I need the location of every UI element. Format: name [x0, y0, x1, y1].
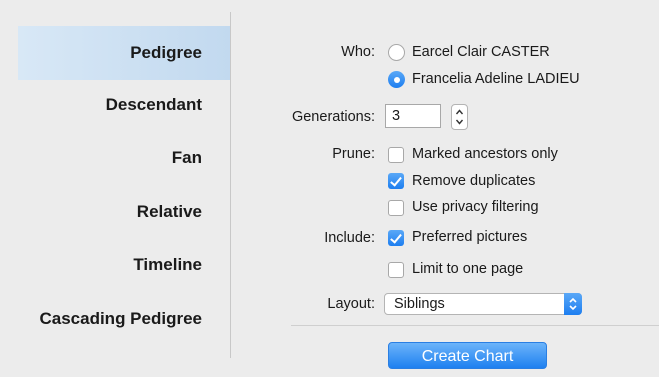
who-radio-francelia[interactable] — [388, 71, 405, 88]
sidebar-divider — [230, 12, 231, 358]
include-preferred-pictures-label: Preferred pictures — [412, 229, 528, 245]
separator — [291, 325, 659, 326]
prune-label: Prune: — [332, 146, 375, 162]
sidebar-item-fan[interactable]: Fan — [18, 131, 230, 185]
chart-type-sidebar: Pedigree Descendant Fan Relative Timelin… — [0, 0, 230, 377]
sidebar-item-relative[interactable]: Relative — [18, 185, 230, 239]
layout-select-value: Siblings — [394, 296, 445, 312]
generations-stepper[interactable] — [451, 104, 468, 130]
who-option-earcel-label: Earcel Clair CASTER — [412, 44, 550, 60]
generations-input[interactable]: 3 — [385, 104, 441, 128]
prune-remove-duplicates-label: Remove duplicates — [412, 173, 536, 189]
who-option-francelia-label: Francelia Adeline LADIEU — [412, 71, 580, 87]
who-label: Who: — [341, 44, 375, 60]
prune-privacy-filtering-label: Use privacy filtering — [412, 199, 539, 215]
include-limit-one-page-checkbox[interactable] — [388, 262, 404, 278]
layout-label: Layout: — [327, 296, 375, 312]
up-down-chevron-icon — [569, 297, 577, 311]
prune-marked-ancestors-label: Marked ancestors only — [412, 146, 558, 162]
prune-privacy-filtering-checkbox[interactable] — [388, 200, 404, 216]
up-down-chevron-icon — [455, 109, 464, 125]
create-chart-button[interactable]: Create Chart — [388, 342, 547, 369]
prune-marked-ancestors-checkbox[interactable] — [388, 147, 404, 163]
layout-select[interactable]: Siblings — [384, 293, 582, 315]
prune-remove-duplicates-checkbox[interactable] — [388, 173, 404, 189]
include-preferred-pictures-checkbox[interactable] — [388, 230, 404, 246]
sidebar-item-pedigree[interactable]: Pedigree — [18, 26, 230, 80]
include-limit-one-page-label: Limit to one page — [412, 261, 524, 277]
layout-select-arrow[interactable] — [564, 293, 582, 315]
include-label: Include: — [324, 230, 375, 246]
sidebar-item-timeline[interactable]: Timeline — [18, 238, 230, 292]
sidebar-item-cascading-pedigree[interactable]: Cascading Pedigree — [0, 292, 230, 346]
sidebar-item-descendant[interactable]: Descendant — [18, 78, 230, 132]
who-radio-earcel[interactable] — [388, 44, 405, 61]
generations-label: Generations: — [291, 109, 375, 125]
